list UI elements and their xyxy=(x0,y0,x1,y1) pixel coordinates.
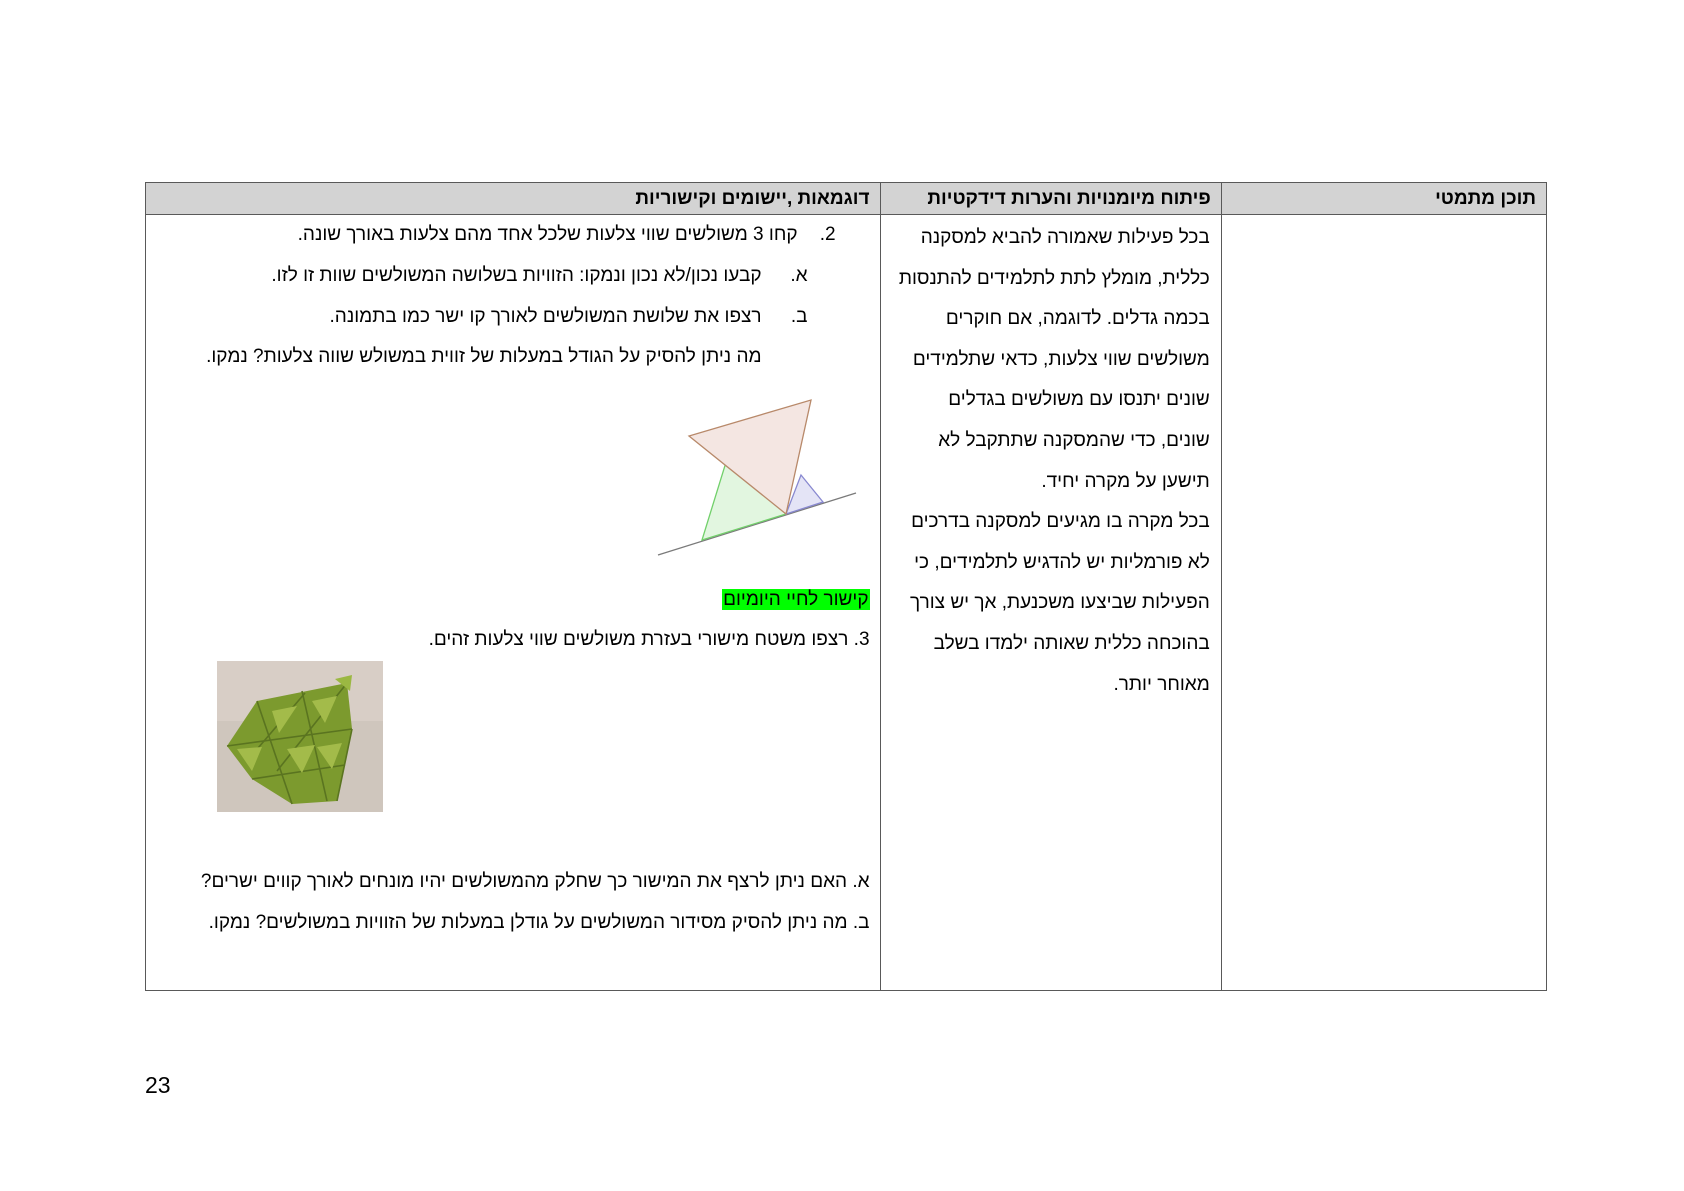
didactic-line: תישען על מקרה יחיד. xyxy=(1041,470,1210,492)
didactic-line: שונים, כדי שהמסקנה שתתקבל לא xyxy=(938,429,1210,451)
header-examples: דוגמאות ,יישומים וקישוריות xyxy=(145,182,881,215)
tiled-triangles-photo xyxy=(217,661,383,812)
didactic-line: בכל מקרה בו מגיעים למסקנה בדרכים xyxy=(911,511,1210,533)
item2b-letter: ב. xyxy=(790,306,808,327)
examples-cell: 2. קחו 3 משולשים שווי צלעות שלכל אחד מהם… xyxy=(145,214,881,991)
didactic-line: כללית, מומלץ לתת לתלמידים להתנסות xyxy=(898,267,1210,289)
didactic-cell: בכל פעילות שאמורה להביא למסקנה כללית, מו… xyxy=(879,214,1222,991)
item3a-text: א. האם ניתן לרצף את המישור כך שחלק מהמשו… xyxy=(200,871,870,892)
didactic-line: משולשים שווי צלעות, כדאי שתלמידים xyxy=(912,348,1210,370)
item2a-text: קבעו נכון/לא נכון ונמקו: הזוויות בשלושה … xyxy=(271,265,762,286)
curriculum-table: תוכן מתמטי פיתוח מיומנויות והערות דידקטי… xyxy=(145,182,1548,991)
math-content-cell xyxy=(1220,214,1548,991)
didactic-line: לא פורמליות יש להדגיש לתלמידים, כי xyxy=(914,551,1210,573)
didactic-line: בכל פעילות שאמורה להביא למסקנה xyxy=(920,227,1210,248)
page-number: 23 xyxy=(145,1072,171,1098)
didactic-line: הפעילות שביצעו משכנעת, אך יש צורך xyxy=(910,592,1210,614)
item2-text: קחו 3 משולשים שווי צלעות שלכל אחד מהם צל… xyxy=(297,224,798,245)
item2a-letter: א. xyxy=(790,265,808,286)
didactic-line: מאוחר יותר. xyxy=(1113,673,1210,695)
table-header-row: תוכן מתמטי פיתוח מיומנויות והערות דידקטי… xyxy=(145,182,1548,215)
item3-text: 3. רצפו משטח מישורי בעזרת משולשים שווי צ… xyxy=(428,629,870,650)
table-body-row: בכל פעילות שאמורה להביא למסקנה כללית, מו… xyxy=(145,214,1548,991)
item2b-continuation: מה ניתן להסיק על הגודל במעלות של זווית ב… xyxy=(206,346,762,367)
didactic-notes-text: בכל פעילות שאמורה להביא למסקנה כללית, מו… xyxy=(890,218,1210,705)
triangles-on-line-diagram xyxy=(657,399,857,556)
item2b-text: רצפו את שלושת המשולשים לאורך קו ישר כמו … xyxy=(329,306,762,327)
header-didactic-notes: פיתוח מיומנויות והערות דידקטיות xyxy=(879,182,1222,215)
didactic-line: שונים יתנסו עם משולשים בגדלים xyxy=(948,389,1210,411)
daily-life-link-label: קישור לחיי היומיום xyxy=(722,580,870,620)
item2-number: 2. xyxy=(819,224,836,245)
item3b-text: ב. מה ניתן להסיק מסידור המשולשים על גודל… xyxy=(208,912,870,933)
header-math-content: תוכן מתמטי xyxy=(1220,182,1548,215)
highlighted-label: קישור לחיי היומיום xyxy=(722,589,870,610)
didactic-line: בהוכחה כללית שאותה ילמדו בשלב xyxy=(933,632,1210,654)
didactic-line: בכמה גדלים. לדוגמה, אם חוקרים xyxy=(945,308,1210,330)
